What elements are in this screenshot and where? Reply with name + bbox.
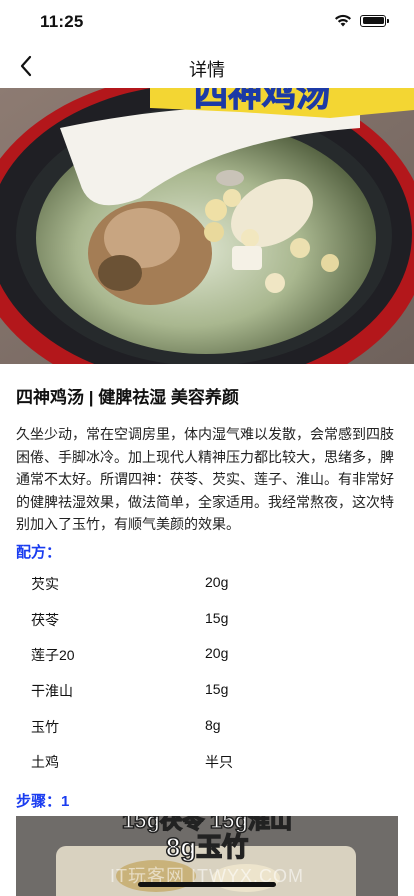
ingredient-amount: 半只 bbox=[205, 754, 233, 771]
step-photo-text-line1: 15g茯苓 15g淮山 bbox=[122, 816, 292, 833]
ingredient-row: 莲子20 20g bbox=[0, 636, 414, 672]
ingredient-row: 茯苓 15g bbox=[0, 601, 414, 637]
status-time: 11:25 bbox=[40, 12, 84, 31]
home-indicator[interactable] bbox=[138, 882, 276, 887]
ingredient-name: 玉竹 bbox=[31, 718, 59, 735]
soup-bowl-illustration: 四神鸡汤 bbox=[0, 88, 414, 364]
ingredient-row: 玉竹 8g bbox=[0, 708, 414, 744]
recipe-description: 久坐少动，常在空调房里，体内湿气难以发散，会常感到四肢困倦、手脚冰冷。加上现代人… bbox=[16, 426, 394, 532]
recipe-hero-image: 四神鸡汤 bbox=[0, 88, 414, 364]
ingredient-amount: 20g bbox=[205, 645, 229, 662]
ingredient-amount: 15g bbox=[205, 609, 229, 626]
ingredient-name: 芡实 bbox=[31, 576, 59, 592]
ingredient-amount: 20g bbox=[205, 574, 229, 590]
ingredient-amount: 8g bbox=[205, 716, 221, 733]
ingredients-list: 芡实 20g 茯苓 15g 莲子20 20g 干淮山 15g 玉竹 8g 土鸡 … bbox=[0, 565, 414, 779]
ingredient-name: 土鸡 bbox=[31, 754, 59, 771]
status-icons bbox=[334, 14, 389, 27]
ingredient-row: 土鸡 半只 bbox=[0, 743, 414, 779]
ingredient-row: 干淮山 15g bbox=[0, 672, 414, 708]
status-bar: 11:25 bbox=[0, 0, 414, 44]
ingredients-label: 配方： bbox=[16, 544, 62, 561]
recipe-title: 四神鸡汤 | 健脾祛湿 美容养颜 bbox=[16, 388, 239, 407]
steps-label: 步骤：1 bbox=[16, 793, 70, 810]
battery-icon bbox=[360, 14, 389, 27]
step-photo-text-line2: 8g玉竹 bbox=[166, 832, 248, 862]
page-title: 详情 bbox=[189, 60, 225, 80]
hero-overlay-text: 四神鸡汤 bbox=[194, 88, 330, 114]
ingredient-name: 莲子20 bbox=[31, 647, 75, 664]
wifi-icon bbox=[335, 14, 351, 27]
ingredient-amount: 15g bbox=[205, 681, 229, 698]
ingredient-row: 芡实 20g bbox=[0, 565, 414, 601]
ingredient-name: 干淮山 bbox=[31, 683, 73, 700]
ingredient-name: 茯苓 bbox=[31, 611, 59, 628]
nav-bar: 详情 bbox=[0, 44, 414, 88]
